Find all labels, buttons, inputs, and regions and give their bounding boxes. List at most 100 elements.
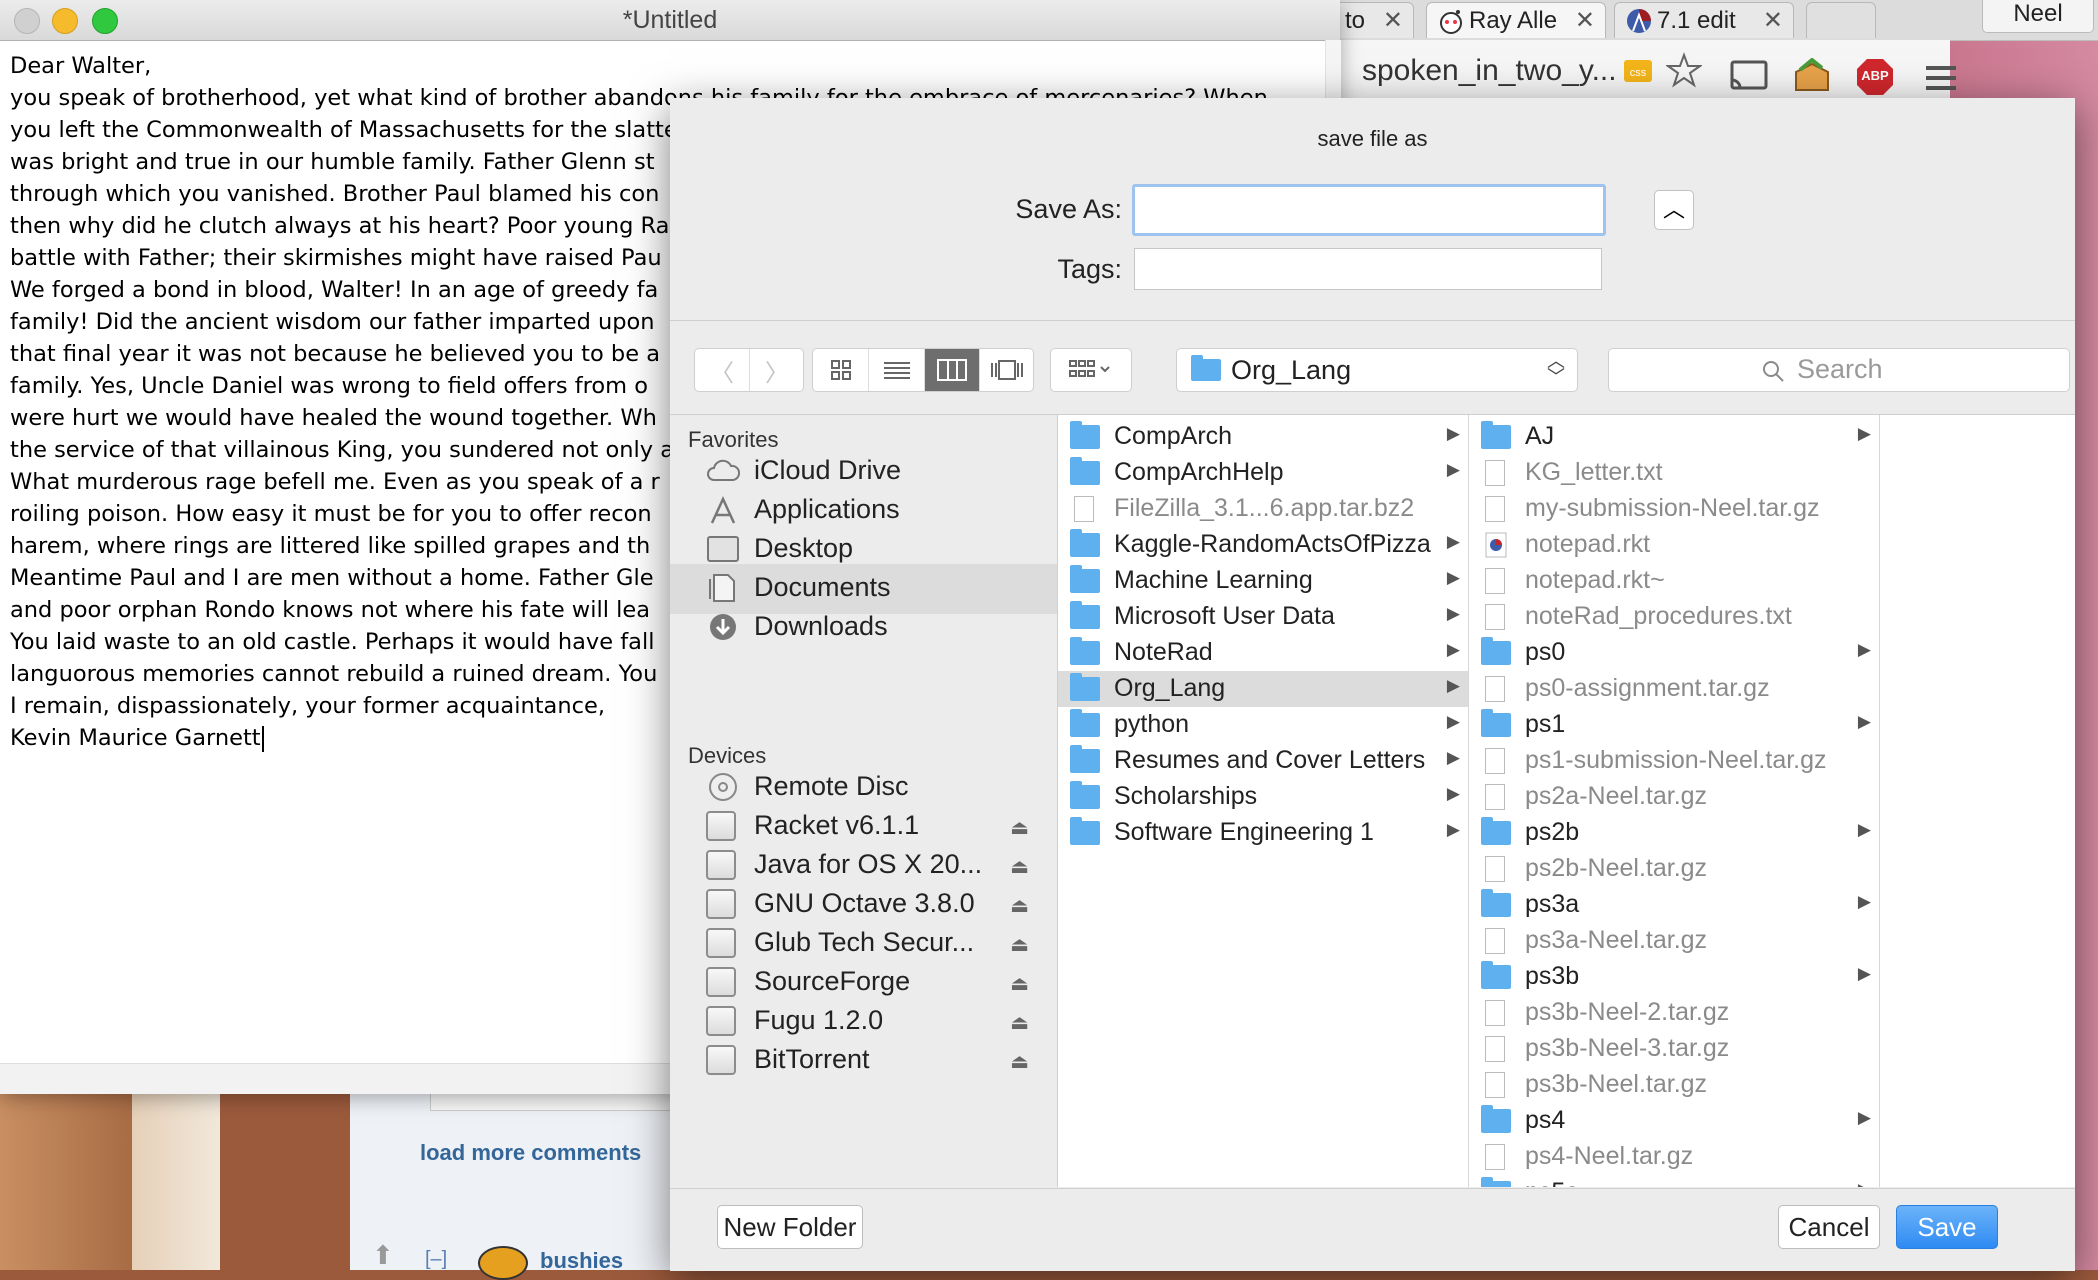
folder-row[interactable]: Scholarships ▶ (1058, 779, 1468, 815)
file-row[interactable]: noteRad_procedures.txt (1469, 599, 1879, 635)
eject-icon[interactable]: ⏏ (1010, 815, 1029, 840)
folder-row[interactable]: ps3a ▶ (1469, 887, 1879, 923)
save-as-input[interactable] (1132, 184, 1606, 236)
file-row[interactable]: ps3b-Neel-2.tar.gz (1469, 995, 1879, 1031)
user-profile-tab[interactable]: Neel (1982, 0, 2094, 33)
folder-row[interactable]: Kaggle-RandomActsOfPizza ▶ (1058, 527, 1468, 563)
url-text[interactable]: spoken_in_two_y... (1362, 54, 1617, 88)
file-icon (1485, 496, 1505, 522)
bookmark-star-icon[interactable] (1666, 52, 1702, 88)
folder-icon (1481, 961, 1511, 989)
downloads-icon (706, 612, 740, 642)
eject-icon[interactable]: ⏏ (1010, 932, 1029, 957)
file-row[interactable]: ps4-Neel.tar.gz (1469, 1139, 1879, 1175)
file-icon (1485, 676, 1505, 702)
item-name: ps0 (1525, 638, 1566, 666)
view-mode-segmented (812, 348, 1034, 392)
eject-icon[interactable]: ⏏ (1010, 971, 1029, 996)
folder-row[interactable]: CompArch ▶ (1058, 419, 1468, 455)
browser-tab[interactable]: Ray Alle ✕ (1426, 2, 1606, 38)
tags-label: Tags: (1057, 254, 1122, 284)
cancel-button[interactable]: Cancel (1778, 1205, 1880, 1249)
file-row[interactable]: ps3a-Neel.tar.gz (1469, 923, 1879, 959)
sidebar-item-label: Glub Tech Secur... (754, 927, 975, 957)
search-field[interactable]: Search (1608, 348, 2070, 392)
folder-row[interactable]: NoteRad ▶ (1058, 635, 1468, 671)
folder-row[interactable]: Software Engineering 1 ▶ (1058, 815, 1468, 851)
eject-icon[interactable]: ⏏ (1010, 1049, 1029, 1074)
disclosure-arrow-icon: ▶ (1446, 604, 1460, 623)
eject-icon[interactable]: ⏏ (1010, 1010, 1029, 1035)
folder-row[interactable]: Machine Learning ▶ (1058, 563, 1468, 599)
icon-view-icon[interactable] (813, 349, 869, 391)
search-placeholder: Search (1797, 354, 1883, 384)
expand-dialog-button[interactable]: ︿ (1654, 190, 1694, 230)
extension-box-icon[interactable] (1792, 58, 1832, 96)
eject-icon[interactable]: ⏏ (1010, 893, 1029, 918)
eject-icon[interactable]: ⏏ (1010, 854, 1029, 879)
close-icon[interactable]: ✕ (1763, 6, 1783, 35)
racket-file-icon (1483, 532, 1509, 558)
folder-row[interactable]: ps0 ▶ (1469, 635, 1879, 671)
disclosure-arrow-icon: ▶ (1857, 820, 1871, 839)
folder-row[interactable]: AJ ▶ (1469, 419, 1879, 455)
new-tab-button[interactable] (1806, 2, 1876, 38)
folder-row[interactable]: Resumes and Cover Letters ▶ (1058, 743, 1468, 779)
coverflow-view-icon[interactable] (980, 349, 1034, 391)
collapse-toggle[interactable]: [–] (425, 1248, 447, 1271)
file-row[interactable]: ps2b-Neel.tar.gz (1469, 851, 1879, 887)
file-row[interactable]: ps1-submission-Neel.tar.gz (1469, 743, 1879, 779)
folder-row[interactable]: CompArchHelp ▶ (1058, 455, 1468, 491)
new-folder-button[interactable]: New Folder (717, 1205, 863, 1249)
close-icon[interactable]: ✕ (1575, 6, 1595, 35)
item-name: Software Engineering 1 (1114, 818, 1374, 846)
column-view-icon[interactable] (925, 349, 980, 391)
updown-chevron-icon: ︿ ﹀ (1547, 351, 1565, 387)
divider (670, 320, 2075, 321)
editor-title: *Untitled (622, 6, 718, 34)
tags-input[interactable] (1134, 248, 1602, 290)
arrange-button[interactable] (1050, 348, 1132, 392)
file-row[interactable]: my-submission-Neel.tar.gz (1469, 491, 1879, 527)
sidebar-item[interactable]: BitTorrent ⏏ (670, 1036, 1057, 1086)
list-view-icon[interactable] (869, 349, 925, 391)
file-row[interactable]: ps0-assignment.tar.gz (1469, 671, 1879, 707)
file-row[interactable]: KG_letter.txt (1469, 455, 1879, 491)
folder-row[interactable]: ps3b ▶ (1469, 959, 1879, 995)
disclosure-arrow-icon: ▶ (1446, 532, 1460, 551)
adblock-icon[interactable]: ABP (1856, 58, 1894, 96)
folder-row[interactable]: python ▶ (1058, 707, 1468, 743)
browser-tab[interactable]: to ✕ (1334, 2, 1414, 38)
forward-icon[interactable]: 〉 (750, 349, 804, 391)
folder-row[interactable]: Org_Lang ▶ (1058, 671, 1468, 707)
file-row[interactable]: ps3b-Neel-3.tar.gz (1469, 1031, 1879, 1067)
location-popup[interactable]: Org_Lang ︿ ﹀ (1176, 348, 1578, 392)
folder-row[interactable]: ps2b ▶ (1469, 815, 1879, 851)
file-row[interactable]: notepad.rkt (1469, 527, 1879, 563)
file-row[interactable]: FileZilla_3.1...6.app.tar.bz2 (1058, 491, 1468, 527)
file-row[interactable]: ps2a-Neel.tar.gz (1469, 779, 1879, 815)
browser-tab[interactable]: 7.1 edit ✕ (1614, 2, 1794, 38)
folder-icon (1481, 709, 1511, 737)
css-extension-icon[interactable]: css (1622, 54, 1656, 88)
comment-username[interactable]: bushies (540, 1248, 623, 1274)
dialog-button-bar: New Folder Cancel Save (670, 1188, 2075, 1271)
file-row[interactable]: notepad.rkt~ (1469, 563, 1879, 599)
folder-row[interactable]: ps1 ▶ (1469, 707, 1879, 743)
folder-row[interactable]: ps5a ▶ (1469, 1175, 1879, 1187)
editor-line[interactable]: Dear Walter, (10, 50, 1330, 82)
load-more-comments-link[interactable]: load more comments (420, 1140, 641, 1166)
file-row[interactable]: ps3b-Neel.tar.gz (1469, 1067, 1879, 1103)
item-name: Org_Lang (1114, 674, 1226, 702)
back-icon[interactable]: 〈 (695, 349, 750, 391)
cast-icon[interactable] (1728, 60, 1770, 94)
sidebar-item[interactable]: Downloads (670, 603, 1057, 653)
tab-label: to (1345, 6, 1366, 34)
upvote-icon[interactable]: ⬆ (372, 1240, 394, 1271)
menu-icon[interactable] (1924, 64, 1958, 92)
save-button[interactable]: Save (1896, 1205, 1998, 1249)
folder-row[interactable]: ps4 ▶ (1469, 1103, 1879, 1139)
folder-row[interactable]: Microsoft User Data ▶ (1058, 599, 1468, 635)
close-icon[interactable]: ✕ (1383, 6, 1403, 35)
item-name: ps2b-Neel.tar.gz (1525, 854, 1708, 882)
